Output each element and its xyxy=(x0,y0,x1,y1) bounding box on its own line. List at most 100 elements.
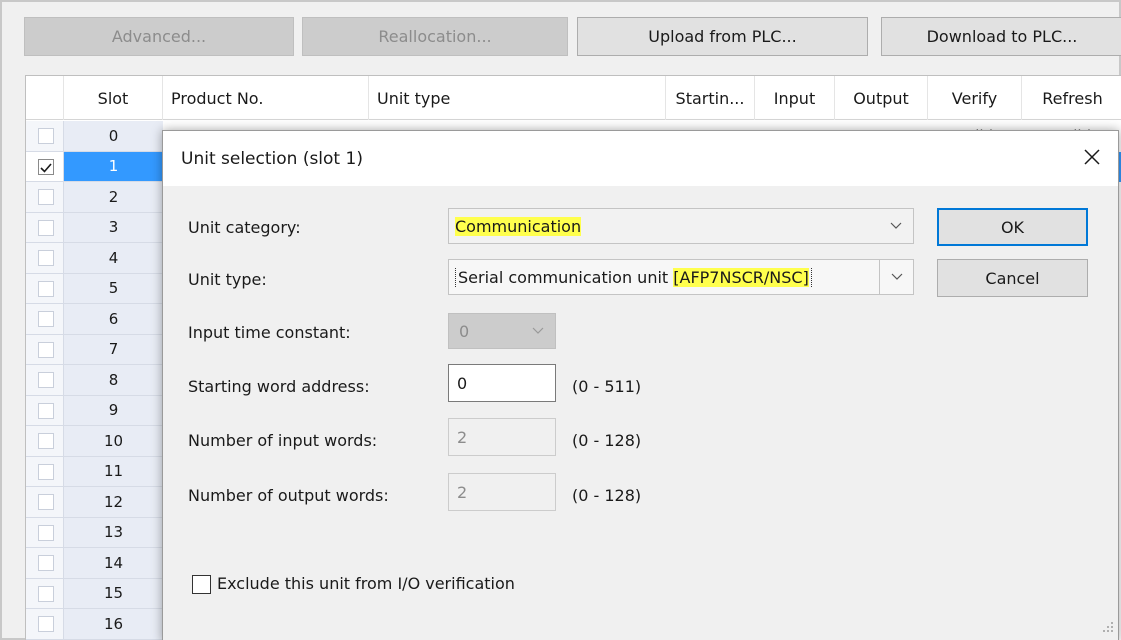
grid-header: Slot Product No. Unit type Startin... In… xyxy=(26,76,1121,120)
reallocation-button-label: Reallocation... xyxy=(378,27,492,46)
slot-number: 5 xyxy=(64,273,163,304)
row-checkbox-cell xyxy=(26,121,64,152)
row-checkbox[interactable] xyxy=(38,585,54,602)
resize-grip-icon[interactable] xyxy=(1102,618,1114,637)
row-checkbox-cell xyxy=(26,334,64,365)
close-button[interactable] xyxy=(1074,139,1110,175)
row-checkbox-cell xyxy=(26,548,64,579)
col-header-product-no[interactable]: Product No. xyxy=(163,76,369,120)
col-header-refresh[interactable]: Refresh xyxy=(1022,76,1121,120)
starting-word-address-label: Starting word address: xyxy=(188,377,370,396)
row-checkbox[interactable] xyxy=(38,433,54,450)
output-words-input: 2 xyxy=(448,473,556,511)
download-to-plc-button[interactable]: Download to PLC... xyxy=(881,17,1121,56)
app-window: Advanced... Reallocation... Upload from … xyxy=(0,0,1121,640)
row-checkbox[interactable] xyxy=(38,463,54,480)
row-checkbox[interactable] xyxy=(38,189,54,206)
input-words-label: Number of input words: xyxy=(188,431,378,450)
slot-number: 9 xyxy=(64,395,163,426)
row-checkbox-cell xyxy=(26,304,64,335)
row-checkbox-cell xyxy=(26,517,64,548)
row-checkbox[interactable] xyxy=(38,250,54,267)
row-checkbox[interactable] xyxy=(38,402,54,419)
ok-button[interactable]: OK xyxy=(937,208,1088,246)
row-checkbox[interactable] xyxy=(38,311,54,328)
row-checkbox[interactable] xyxy=(38,372,54,389)
unit-type-value: Serial communication unit xyxy=(458,267,674,287)
cancel-button[interactable]: Cancel xyxy=(937,259,1088,297)
row-checkbox[interactable] xyxy=(38,280,54,297)
col-header-starting[interactable]: Startin... xyxy=(666,76,755,120)
slot-number: 13 xyxy=(64,517,163,548)
exclude-verification-label: Exclude this unit from I/O verification xyxy=(217,574,515,593)
row-checkbox-cell xyxy=(26,609,64,640)
col-header-slot[interactable]: Slot xyxy=(64,76,163,120)
col-header-unit-type[interactable]: Unit type xyxy=(369,76,666,120)
slot-number: 15 xyxy=(64,578,163,609)
row-checkbox[interactable] xyxy=(38,616,54,633)
slot-number: 6 xyxy=(64,304,163,335)
col-header-output[interactable]: Output xyxy=(835,76,928,120)
input-words-input: 2 xyxy=(448,418,556,456)
row-checkbox[interactable] xyxy=(38,219,54,236)
slot-number: 11 xyxy=(64,456,163,487)
row-checkbox[interactable] xyxy=(38,128,54,145)
chevron-down-icon xyxy=(521,314,555,348)
row-checkbox-cell xyxy=(26,578,64,609)
dialog-title: Unit selection (slot 1) xyxy=(181,149,363,169)
row-checkbox-cell xyxy=(26,243,64,274)
slot-number: 14 xyxy=(64,548,163,579)
unit-category-value: Communication xyxy=(455,216,582,236)
slot-number: 16 xyxy=(64,609,163,640)
checkmark-icon xyxy=(40,163,52,173)
slot-number: 2 xyxy=(64,182,163,213)
row-checkbox-cell xyxy=(26,365,64,396)
unit-type-select[interactable]: Serial communication unit [AFP7NSCR/NSC] xyxy=(448,259,914,295)
ok-button-label: OK xyxy=(1000,217,1025,237)
output-words-label: Number of output words: xyxy=(188,486,389,505)
slot-number: 4 xyxy=(64,243,163,274)
unit-type-model-highlight: [AFP7NSCR/NSC] xyxy=(673,267,809,287)
input-time-constant-label: Input time constant: xyxy=(188,323,351,342)
slot-number: 10 xyxy=(64,426,163,457)
download-button-label: Download to PLC... xyxy=(926,27,1078,46)
cancel-button-label: Cancel xyxy=(985,268,1040,288)
col-header-verify[interactable]: Verify xyxy=(928,76,1022,120)
advanced-button-label: Advanced... xyxy=(111,27,207,46)
unit-category-label: Unit category: xyxy=(188,218,301,237)
chevron-down-icon xyxy=(879,260,913,294)
row-checkbox[interactable] xyxy=(38,341,54,358)
header-checkbox-col xyxy=(26,76,64,120)
reallocation-button[interactable]: Reallocation... xyxy=(302,17,568,56)
row-checkbox-cell xyxy=(26,456,64,487)
row-checkbox-cell xyxy=(26,487,64,518)
advanced-button[interactable]: Advanced... xyxy=(24,17,294,56)
output-words-range: (0 - 128) xyxy=(572,486,642,505)
row-checkbox[interactable] xyxy=(38,524,54,541)
slot-number: 1 xyxy=(64,151,163,182)
close-icon xyxy=(1084,149,1100,165)
chevron-down-icon xyxy=(879,209,913,243)
row-checkbox-cell xyxy=(26,395,64,426)
unit-category-select[interactable]: Communication xyxy=(448,208,914,244)
input-words-range: (0 - 128) xyxy=(572,431,642,450)
slot-number: 12 xyxy=(64,487,163,518)
row-checkbox-cell xyxy=(26,182,64,213)
row-checkbox-cell xyxy=(26,273,64,304)
unit-type-label: Unit type: xyxy=(188,270,267,289)
slot-number: 8 xyxy=(64,365,163,396)
row-checkbox[interactable] xyxy=(38,555,54,572)
row-checkbox-cell xyxy=(26,151,64,182)
slot-number: 7 xyxy=(64,334,163,365)
row-checkbox[interactable] xyxy=(38,158,54,175)
input-time-constant-value: 0 xyxy=(459,321,470,341)
upload-button-label: Upload from PLC... xyxy=(648,27,797,46)
exclude-verification-checkbox[interactable] xyxy=(192,575,211,594)
row-checkbox-cell xyxy=(26,426,64,457)
starting-word-address-input[interactable]: 0 xyxy=(448,364,556,402)
row-checkbox[interactable] xyxy=(38,494,54,511)
dialog-body: Unit category: Communication Unit type: … xyxy=(163,186,1118,640)
col-header-input[interactable]: Input xyxy=(755,76,835,120)
starting-word-address-range: (0 - 511) xyxy=(572,377,642,396)
upload-from-plc-button[interactable]: Upload from PLC... xyxy=(577,17,868,56)
